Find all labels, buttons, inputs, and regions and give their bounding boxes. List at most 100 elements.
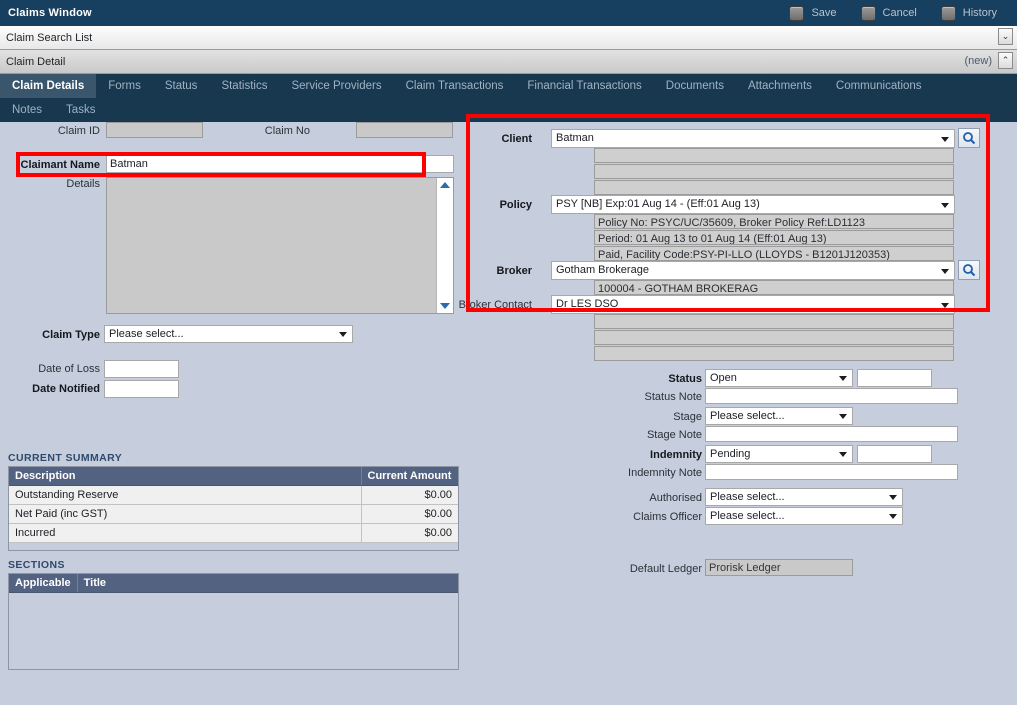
client-value: Batman [556,132,594,144]
indemnity-side-input[interactable] [857,445,932,463]
table-row[interactable]: Incurred $0.00 [9,523,458,543]
policy-label: Policy [499,199,532,211]
tab-notes[interactable]: Notes [0,98,54,122]
date-notified-input[interactable] [104,380,179,398]
default-ledger-label: Default Ledger [629,563,702,575]
indemnity-label: Indemnity [650,449,702,461]
stage-note-input[interactable] [705,426,958,442]
col-current-amount[interactable]: Current Amount [361,467,458,486]
claim-details-form: Claim ID Claim No Claimant Name Batman D… [0,114,1017,700]
save-button[interactable]: Save [789,5,837,21]
policy-value: PSY [NB] Exp:01 Aug 14 - (Eff:01 Aug 13) [556,198,760,210]
status-side-input[interactable] [857,369,932,387]
chevron-down-icon [839,376,847,381]
claim-detail-title: Claim Detail [6,55,66,68]
col-description[interactable]: Description [9,467,362,486]
current-summary-grid: Description Current Amount Outstanding R… [8,466,459,551]
broker-contact-select[interactable]: Dr LES DSO [551,295,955,314]
policy-select[interactable]: PSY [NB] Exp:01 Aug 14 - (Eff:01 Aug 13) [551,195,955,214]
col-title[interactable]: Title [77,574,458,593]
indemnity-select[interactable]: Pending [705,445,853,463]
broker-contact-label: Broker Contact [458,299,532,311]
cancel-button[interactable]: Cancel [860,5,917,21]
policy-info-row-1: Policy No: PSYC/UC/35609, Broker Policy … [594,214,954,229]
cancel-icon [860,5,876,21]
claim-id-label: Claim ID [57,125,100,137]
client-address-row-3 [594,180,954,195]
tab-financial-transactions[interactable]: Financial Transactions [515,74,653,98]
search-icon [963,132,976,145]
indemnity-value: Pending [710,448,751,460]
claim-detail-panel-header[interactable]: Claim Detail (new) ⌃ [0,50,1017,74]
broker-label: Broker [496,265,532,277]
tab-status[interactable]: Status [153,74,210,98]
claims-officer-select[interactable]: Please select... [705,507,903,525]
claim-search-list-title: Claim Search List [6,31,93,44]
date-of-loss-label: Date of Loss [38,363,100,375]
window-title: Claims Window [8,7,92,19]
scroll-up-icon[interactable] [440,182,450,188]
status-note-input[interactable] [705,388,958,404]
authorised-label: Authorised [649,492,702,504]
tab-forms[interactable]: Forms [96,74,153,98]
claim-type-select[interactable]: Please select... [104,325,353,343]
tab-row-secondary: Notes Tasks [0,98,1017,122]
stage-note-label: Stage Note [646,429,702,441]
status-note-label: Status Note [644,391,702,403]
chevron-down-icon [839,452,847,457]
scroll-down-icon[interactable] [440,303,450,309]
save-icon [789,5,805,21]
chevron-down-icon [941,268,949,274]
status-select[interactable]: Open [705,369,853,387]
date-of-loss-input[interactable] [104,360,179,378]
tab-tasks[interactable]: Tasks [54,98,107,122]
client-address-row-2 [594,164,954,179]
status-label: Status [668,373,702,385]
claim-type-label: Claim Type [42,329,100,341]
table-row[interactable]: Outstanding Reserve $0.00 [9,485,458,505]
indemnity-note-input[interactable] [705,464,958,480]
chevron-down-icon [941,136,949,142]
broker-select[interactable]: Gotham Brokerage [551,261,955,280]
chevron-down-icon [889,514,897,519]
stage-value: Please select... [710,410,785,422]
cell-amount: $0.00 [361,504,458,524]
col-applicable[interactable]: Applicable [9,574,78,593]
broker-search-button[interactable] [958,260,980,280]
history-icon [940,5,956,21]
tab-attachments[interactable]: Attachments [736,74,824,98]
tab-service-providers[interactable]: Service Providers [279,74,393,98]
client-address-row-1 [594,148,954,163]
window-toolbar: Save Cancel History [789,0,997,26]
tab-communications[interactable]: Communications [824,74,934,98]
history-button[interactable]: History [940,5,997,21]
tab-claim-transactions[interactable]: Claim Transactions [394,74,516,98]
window-title-bar: Claims Window Save Cancel History [0,0,1017,26]
client-search-button[interactable] [958,128,980,148]
details-textarea[interactable] [106,177,454,314]
broker-contact-value: Dr LES DSO [556,298,619,310]
claim-detail-status: (new) [964,54,992,67]
tab-claim-details[interactable]: Claim Details [0,74,97,98]
chevron-down-icon[interactable]: ⌄ [998,28,1013,45]
tab-documents[interactable]: Documents [654,74,736,98]
chevron-up-icon[interactable]: ⌃ [998,52,1013,69]
chevron-down-icon [941,202,949,208]
chevron-down-icon [941,302,949,308]
tab-statistics[interactable]: Statistics [209,74,279,98]
date-notified-label: Date Notified [32,383,100,395]
claims-officer-label: Claims Officer [633,511,702,523]
client-select[interactable]: Batman [551,129,955,148]
cell-description: Outstanding Reserve [9,485,362,505]
details-scrollbar[interactable] [436,178,453,313]
stage-select[interactable]: Please select... [705,407,853,425]
broker-info-row-1: 100004 - GOTHAM BROKERAG [594,280,954,295]
claimant-name-input[interactable]: Batman [106,155,454,173]
claim-search-list-panel-header[interactable]: Claim Search List ⌄ [0,26,1017,50]
authorised-select[interactable]: Please select... [705,488,903,506]
tab-navigation: Claim Details Forms Status Statistics Se… [0,74,1017,122]
cell-amount: $0.00 [361,523,458,543]
cell-description: Net Paid (inc GST) [9,504,362,524]
table-row[interactable]: Net Paid (inc GST) $0.00 [9,504,458,524]
save-button-label: Save [811,7,837,19]
